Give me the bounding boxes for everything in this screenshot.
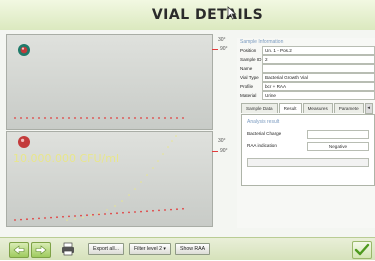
title-bar: VIAL DETAILS	[0, 0, 375, 31]
field-position: Position Un. 1 - Pos.2	[237, 45, 375, 55]
field-label: Position	[240, 47, 257, 53]
field-label: Vial Type	[240, 75, 259, 81]
next-button[interactable]	[31, 242, 51, 258]
filter-level-value: Filter level 2	[134, 246, 162, 252]
arrow-right-icon	[35, 245, 47, 255]
analysis-result-header: Analysis result	[247, 118, 280, 125]
field-name: Name	[237, 63, 375, 73]
checkmark-icon	[354, 243, 370, 256]
sample-id-field[interactable]: 2	[262, 54, 375, 64]
confirm-button[interactable]	[352, 241, 372, 259]
field-label: Name	[240, 65, 253, 71]
window-title: VIAL DETAILS	[151, 7, 264, 23]
filter-level-select[interactable]: Filter level 2 ▾	[129, 243, 172, 255]
field-material: Material Urine	[237, 91, 375, 101]
export-all-button[interactable]: Export all...	[88, 243, 124, 255]
previous-button[interactable]	[9, 242, 29, 258]
show-raa-button[interactable]: Show RAA	[175, 243, 211, 255]
raa-indication-label: RAA indication	[247, 142, 277, 148]
printer-icon	[62, 242, 74, 256]
axis-marker-bottom-90	[212, 151, 218, 152]
tab-result[interactable]: Result	[278, 102, 302, 113]
growth-graph-top	[6, 34, 213, 130]
footer-toolbar: Export all... Filter level 2 ▾ Show RAA	[0, 237, 375, 260]
position-field[interactable]: Un. 1 - Pos.2	[262, 45, 375, 55]
field-label: Profile	[240, 84, 254, 90]
chevron-down-icon: ▾	[163, 246, 167, 252]
axis-label-bottom-90: 90°	[220, 148, 228, 154]
tab-parameters[interactable]: Paramete	[333, 102, 364, 113]
material-field[interactable]: Urine	[262, 91, 375, 101]
field-label: Material	[240, 93, 257, 99]
axis-label-top-30: 30°	[218, 37, 226, 43]
name-field[interactable]	[262, 63, 375, 73]
detail-tabs: Sample Data Result Measures Paramete ◂	[241, 102, 375, 114]
field-vial-type: Vial Type Bacterial Growth Vial	[237, 73, 375, 83]
main-area: 30° 90° 10.000.000 CFU/ml 30° 90° Sample…	[0, 30, 375, 237]
field-sample-id: Sample ID 2	[237, 54, 375, 64]
arrow-left-icon	[13, 245, 25, 255]
profile-field[interactable]: bcr + RAA	[262, 82, 375, 92]
tab-scroll-left-icon[interactable]: ◂	[364, 102, 373, 114]
bacterial-charge-label: Bacterial Charge	[247, 130, 282, 136]
tab-sample-data[interactable]: Sample Data	[241, 102, 278, 113]
axis-label-top-90: 90°	[220, 46, 228, 52]
mouse-cursor-icon	[227, 6, 237, 20]
axis-marker-top-90	[212, 49, 218, 50]
print-button[interactable]	[60, 242, 76, 256]
bacterial-charge-field	[307, 129, 369, 139]
sample-info-panel: Sample Information Position Un. 1 - Pos.…	[237, 38, 375, 228]
axis-label-bottom-30: 30°	[218, 138, 226, 144]
growth-curve-bottom	[14, 135, 184, 221]
vial-type-field[interactable]: Bacterial Growth Vial	[262, 73, 375, 83]
growth-graph-bottom: 10.000.000 CFU/ml	[6, 131, 213, 227]
field-label: Sample ID	[240, 56, 262, 62]
tab-measures[interactable]: Measures	[302, 102, 333, 113]
growth-curve-top	[14, 117, 184, 119]
result-notes-field	[247, 157, 369, 167]
result-tab-content: Analysis result Bacterial Charge RAA ind…	[241, 113, 375, 186]
field-profile: Profile bcr + RAA	[237, 82, 375, 92]
raa-indication-field: Negative	[307, 141, 369, 151]
